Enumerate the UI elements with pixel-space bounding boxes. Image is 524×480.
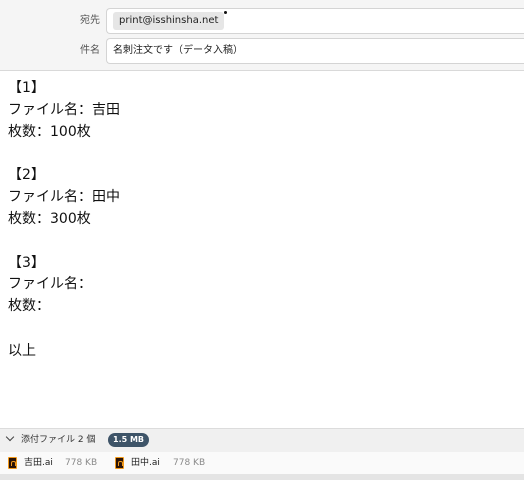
attachments-list: 吉田.ai 778 KB 田中.ai 778 KB xyxy=(0,452,524,474)
recipient-status-dot xyxy=(224,11,228,14)
attachment-size: 778 KB xyxy=(65,458,98,468)
attachments-size-badge: 1.5 MB xyxy=(108,433,150,447)
message-body[interactable]: 【1】 ファイル名：吉田 枚数：100枚 【2】 ファイル名：田中 枚数：300… xyxy=(0,71,524,426)
subject-field[interactable]: 名刺注文です（データ入稿） xyxy=(106,38,524,64)
attachment-name: 田中.ai xyxy=(131,458,160,468)
chevron-down-icon[interactable] xyxy=(5,432,15,442)
attachments-bar[interactable]: 添付ファイル 2 個 1.5 MB xyxy=(0,428,524,453)
illustrator-file-icon xyxy=(115,457,124,469)
body-line: 【1】 xyxy=(8,80,45,96)
mail-header: 宛先 print@isshinsha.net 件名 名刺注文です（データ入稿） xyxy=(0,0,524,71)
body-line: ファイル名： xyxy=(8,276,92,292)
subject-row: 件名 名刺注文です（データ入稿） xyxy=(0,38,524,64)
body-line: ファイル名：田中 xyxy=(8,189,120,205)
body-line: ファイル名：吉田 xyxy=(8,102,120,118)
to-label: 宛先 xyxy=(80,15,100,26)
body-line: 枚数：100枚 xyxy=(8,124,91,140)
subject-value: 名刺注文です（データ入稿） xyxy=(113,45,243,56)
bottom-divider xyxy=(0,474,524,480)
recipient-chip[interactable]: print@isshinsha.net xyxy=(113,11,228,30)
attachment-item[interactable]: 吉田.ai 778 KB xyxy=(8,452,108,474)
recipient-address: print@isshinsha.net xyxy=(119,15,219,26)
body-line: 枚数： xyxy=(8,298,50,314)
attachment-name: 吉田.ai xyxy=(24,458,53,468)
attachments-label: 添付ファイル 2 個 xyxy=(21,435,96,445)
body-line: 枚数：300枚 xyxy=(8,211,91,227)
to-row: 宛先 print@isshinsha.net xyxy=(0,8,524,34)
illustrator-file-icon xyxy=(8,457,17,469)
attachment-item[interactable]: 田中.ai 778 KB xyxy=(115,452,215,474)
body-line: 【3】 xyxy=(8,255,45,271)
attachment-size: 778 KB xyxy=(173,458,206,468)
subject-label: 件名 xyxy=(80,45,100,56)
body-line: 以上 xyxy=(8,343,36,359)
body-line: 【2】 xyxy=(8,167,45,183)
to-field[interactable]: print@isshinsha.net xyxy=(106,8,524,34)
